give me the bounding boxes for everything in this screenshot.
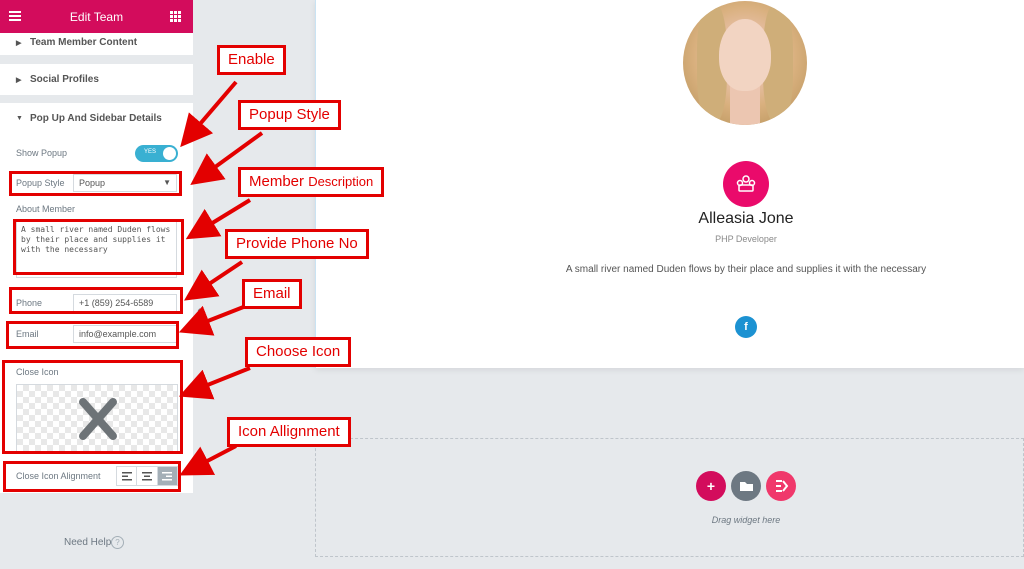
callout-email: Email <box>242 279 302 309</box>
help-question-icon[interactable]: ? <box>111 536 124 549</box>
team-member-card <box>315 0 1024 368</box>
callout-choose-icon: Choose Icon <box>245 337 352 367</box>
sidebar-header: Edit Team <box>0 0 193 33</box>
callout-popup-style: Popup Style <box>238 100 341 130</box>
callout-phone: Provide Phone No <box>225 229 369 259</box>
callout-enable: Enable <box>217 45 286 75</box>
need-help-link[interactable]: Need Help <box>64 537 111 548</box>
section-popup-sidebar-details[interactable]: ▼ Pop Up And Sidebar Details <box>0 103 193 134</box>
toggle-text: YES <box>144 149 157 155</box>
team-icon <box>736 175 756 192</box>
team-icon-badge <box>723 161 769 207</box>
facebook-icon[interactable]: f <box>735 316 757 338</box>
elementskit-button[interactable] <box>766 471 796 501</box>
drag-widget-hint: Drag widget here <box>711 515 781 525</box>
member-role: PHP Developer <box>715 234 777 244</box>
folder-icon <box>740 482 753 491</box>
highlight-close-icon <box>2 360 183 454</box>
callout-icon-alignment: Icon Allignment <box>227 417 351 447</box>
member-description: A small river named Duden flows by their… <box>565 264 927 275</box>
panel-title: Edit Team <box>69 10 124 24</box>
add-template-button[interactable] <box>731 471 761 501</box>
member-avatar <box>683 1 807 125</box>
show-popup-toggle[interactable]: YES <box>135 145 178 162</box>
collapse-panel-button[interactable]: ‹ <box>193 296 205 326</box>
callout-description-text: Description <box>308 174 374 189</box>
highlight-icon-alignment <box>3 461 181 492</box>
show-popup-label: Show Popup <box>16 148 68 158</box>
section-social-profiles[interactable]: ▶ Social Profiles <box>0 64 193 95</box>
section-team-member-content[interactable]: ▶ Team Member Content <box>0 33 193 55</box>
toggle-knob <box>163 147 176 160</box>
highlight-about-member <box>13 219 184 275</box>
caret-down-icon: ▼ <box>16 115 23 122</box>
add-section-button[interactable]: + <box>696 471 726 501</box>
caret-right-icon: ▶ <box>16 40 22 47</box>
highlight-popup-style <box>9 171 182 196</box>
elementskit-icon <box>776 480 789 492</box>
callout-member-description: Member Description <box>238 167 385 197</box>
highlight-phone <box>9 287 183 314</box>
widgets-grid-icon[interactable] <box>170 11 181 22</box>
highlight-email <box>6 321 179 349</box>
callout-member-text: Member <box>249 173 305 190</box>
drop-zone[interactable] <box>315 438 1024 557</box>
about-member-label: About Member <box>16 204 76 214</box>
caret-right-icon: ▶ <box>16 77 22 84</box>
member-name: Alleasia Jone <box>698 210 794 227</box>
